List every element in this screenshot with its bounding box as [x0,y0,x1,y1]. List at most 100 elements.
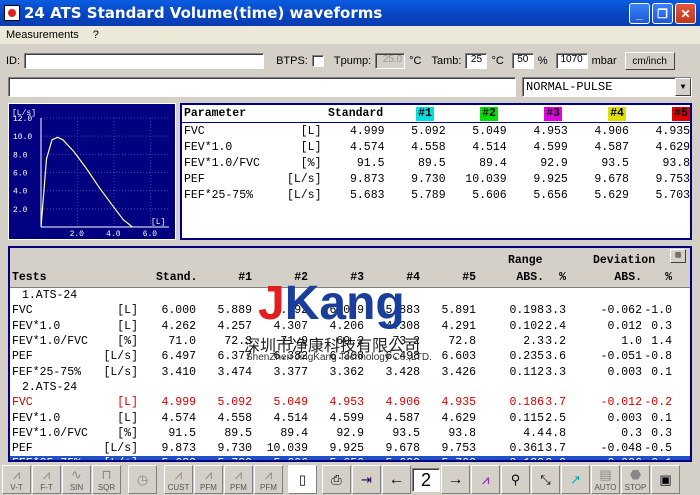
param-value: 5.656 [533,188,568,202]
test-value: 89.5 [224,426,252,440]
profile-select[interactable]: NORMAL-PULSE ▼ [522,77,692,97]
exit-button[interactable]: ⇥ [352,465,381,494]
minimize-button[interactable]: _ [629,3,650,24]
zoom-button[interactable]: ⚲ [501,465,530,494]
sin-mode-button[interactable]: ∿ SIN [62,465,91,494]
custom-wave-icon: ⩘ [174,467,183,482]
param-value: 89.4 [479,156,507,170]
tests-data-row[interactable]: FEF*25-75% [L/s] 5.683 5.789 5.606 5.656 5.629… [10,456,690,460]
test-value: 93.8 [448,426,476,440]
page-number-field[interactable]: 2 [412,467,440,492]
tests-data-row[interactable]: PEF [L/s] 6.497 6.377 6.382 6.368 6.498 6.603 0.… [10,349,690,364]
title-bar[interactable]: 24 ATS Standard Volume(time) waveforms _… [0,0,700,26]
test-value: -0.5 [644,442,672,456]
pressure-field[interactable]: 1070 [555,53,588,69]
resize-button[interactable]: ⤡ [531,465,560,494]
compare-button[interactable]: ⩘ [471,465,500,494]
humidity-field[interactable]: 50 [511,53,534,69]
trial-5-swatch: #5 [672,106,690,121]
test-value: 6.079 [329,304,364,318]
test-value: 3.410 [161,365,196,379]
sqr-mode-button[interactable]: ⊓ SQR [92,465,121,494]
vt-mode-button[interactable]: ⩘ V-T [2,465,31,494]
tests-data-row[interactable]: FEV*1.0 [L] 4.262 4.257 4.307 4.206 4.308 4.291… [10,319,690,334]
print-button[interactable]: ⎙ [322,465,351,494]
param-value: 10.039 [465,172,507,186]
next-button[interactable]: → [441,465,470,494]
timer-button[interactable]: ◷ [128,465,157,494]
test-value: 5.656 [312,457,364,460]
peak-flow-icon: ⩘ [234,467,243,482]
menu-measurements[interactable]: Measurements [6,29,79,41]
test-value: 1.4 [651,335,672,349]
test-value: 4.291 [441,319,476,333]
test-value: 5.629 [368,457,420,460]
tests-data-row[interactable]: PEF [L/s] 9.873 9.730 10.039 9.925 9.678 9.753 0… [10,441,690,456]
profile-input[interactable] [8,77,516,97]
test-value: 3.3 [545,304,566,318]
tests-data-row[interactable]: FVC [L] 4.999 5.092 5.049 4.953 4.906 4.935 0.18… [10,395,690,410]
close-button[interactable]: ✕ [675,3,696,24]
monitor-icon: ▣ [659,471,672,487]
test-name: FEF*25-75% [12,457,81,460]
test-name: FVC [12,304,33,318]
param-value: 91.5 [356,156,385,170]
test-value: 3.6 [545,350,566,364]
test-value: 6.382 [273,350,308,364]
test-value: 6.377 [217,350,252,364]
test-unit: [L/s] [103,442,138,456]
test-value: 4.8 [545,426,566,440]
chevron-down-icon[interactable]: ▼ [675,78,691,96]
tests-group-row[interactable]: 2.ATS-24 [10,380,690,395]
table-options-icon[interactable]: ▥ [670,249,686,263]
menu-help[interactable]: ? [93,29,99,41]
test-value: 6.368 [329,350,364,364]
y-tick-label: 6.0 [13,170,28,179]
ft-mode-button[interactable]: ⩘ F-T [32,465,61,494]
stop-button[interactable]: ⬣ STOP [621,465,650,494]
param-name: FEV*1.0 [184,140,233,154]
test-name: FEV*1.0 [12,319,61,333]
btps-label: BTPS: [276,55,308,67]
test-value: 4.206 [329,319,364,333]
tests-data-row[interactable]: FEV*1.0 [L] 4.574 4.558 4.514 4.599 4.587 4.629… [10,410,690,425]
tamb-field[interactable]: 25 [465,53,488,69]
test-value: 3.474 [217,365,252,379]
param-header-name: Parameter [184,107,247,120]
id-input[interactable] [24,53,265,69]
new-document-button[interactable]: ▯ [288,465,317,494]
test-value: 72.3 [224,335,252,349]
tests-data-row[interactable]: FEV*1.0/FVC [%] 91.5 89.5 89.4 92.9 93.5 93.8 4.… [10,426,690,441]
maximize-button[interactable]: ❐ [652,3,673,24]
trend-button[interactable]: ↗ [561,465,590,494]
btps-checkbox[interactable] [311,55,324,67]
pfm-mode-button-1[interactable]: ⩘ PFM [194,465,223,494]
units-button[interactable]: cm/inch [624,52,675,70]
pfm-mode-button-2[interactable]: ⩘ PFM [224,465,253,494]
cust-mode-button[interactable]: ⩘ CUST [164,465,193,494]
test-value: 4.307 [273,319,308,333]
pressure-unit: mbar [591,55,617,67]
pfm-mode-button-3[interactable]: ⩘ PFM [254,465,283,494]
previous-button[interactable]: ← [382,465,411,494]
test-value: 6.497 [161,350,196,364]
param-value: 5.049 [472,124,507,138]
test-value: 6.498 [385,350,420,364]
flow-volume-graph: [L/s] [L] 12.0 10.0 8.0 6.0 4.0 2.0 2.0 4.0 6.0 [8,103,176,240]
tests-data-row[interactable]: FEV*1.0/FVC [%] 71.0 72.3 71.9 69.2 73.2 72.8 2.… [10,334,690,349]
tests-data-row[interactable]: FVC [L] 6.000 5.889 5.992 6.079 5.883 5.891 0.19… [10,303,690,318]
tpump-unit: °C [409,55,422,67]
tests-group-row[interactable]: 1.ATS-24 [10,288,690,303]
parameter-row: PEF [L/s] 9.873 9.730 10.039 9.925 9.678 9.753 [182,171,690,187]
test-value: 4.514 [273,411,308,425]
parameter-header-row: Parameter Standard #1 #2 #3 #4 #5 [182,105,690,123]
param-value: 5.606 [472,188,507,202]
exit-door-icon: ⇥ [361,471,372,487]
parameter-row: FEV*1.0/FVC [%] 91.5 89.5 89.4 92.9 93.5 93.8 [182,155,690,171]
display-button[interactable]: ▣ [651,465,680,494]
tests-data-row[interactable]: FEF*25-75% [L/s] 3.410 3.474 3.377 3.362 3.428… [10,364,690,379]
auto-button[interactable]: ▤ AUTO [591,465,620,494]
test-value: -0.2 [644,396,672,410]
tests-column-header: #1 [238,271,252,284]
test-value: 4.906 [385,396,420,410]
